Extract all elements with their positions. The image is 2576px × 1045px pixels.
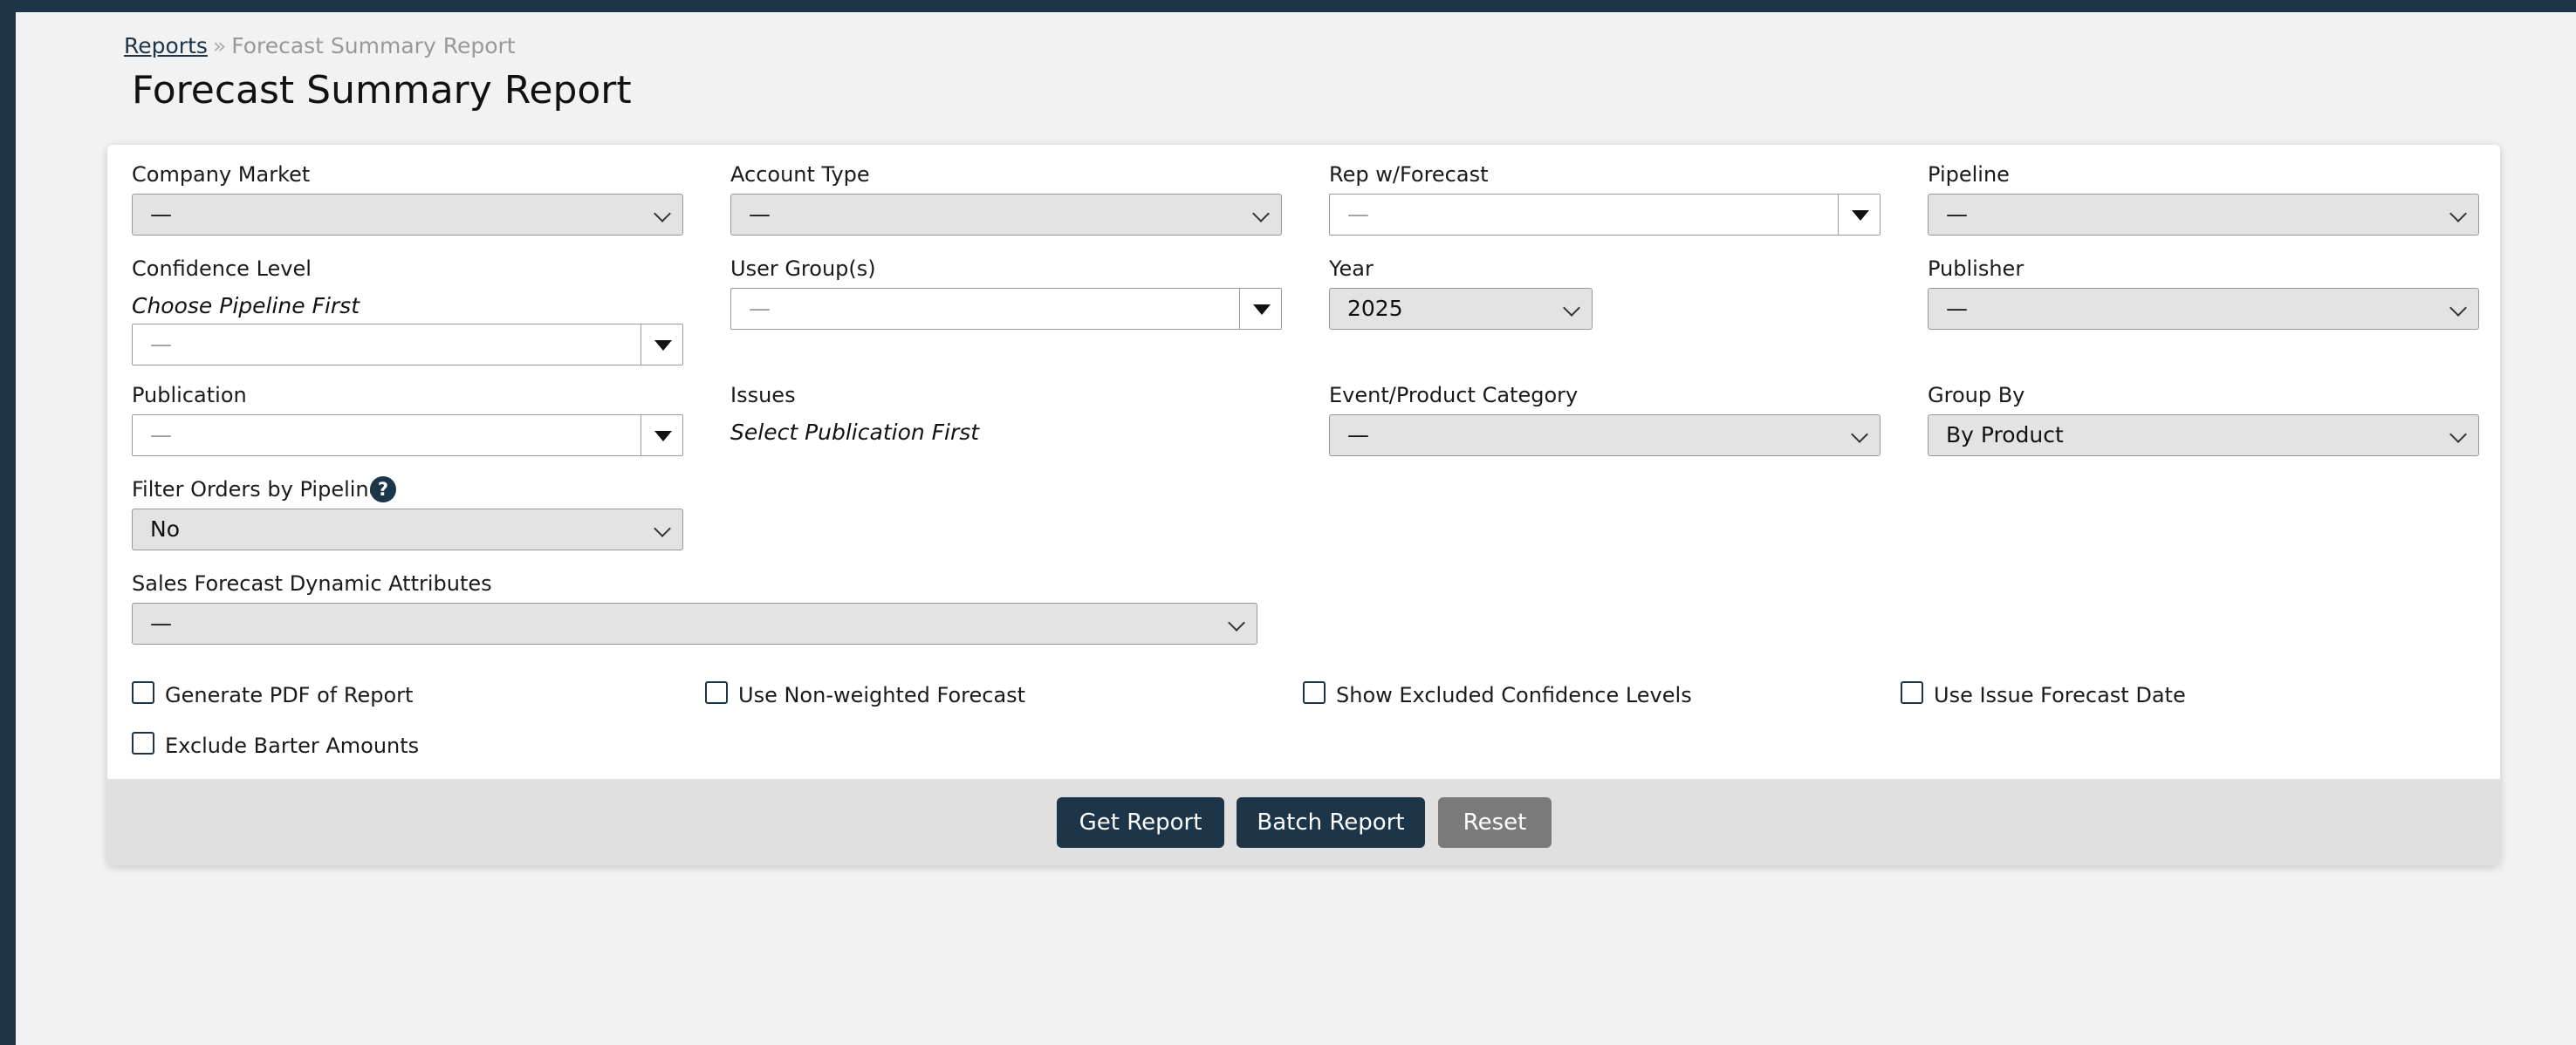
chevron-down-icon	[2449, 205, 2467, 222]
chevron-down-icon	[1563, 299, 1580, 317]
show-excluded-label[interactable]: Show Excluded Confidence Levels	[1336, 683, 1692, 707]
filter-orders-label: Filter Orders by Pipeline	[132, 477, 382, 502]
year-label: Year	[1329, 256, 1374, 281]
publisher-value: —	[1946, 296, 1968, 321]
issues-note: Select Publication First	[730, 420, 980, 445]
caret-down-icon	[654, 340, 672, 351]
user-groups-label: User Group(s)	[730, 256, 876, 281]
filter-orders-select[interactable]: No	[132, 509, 683, 550]
user-groups-combobox[interactable]: —	[730, 288, 1282, 330]
publication-label: Publication	[132, 383, 247, 407]
group-by-select[interactable]: By Product	[1928, 414, 2479, 456]
rep-forecast-dropdown-toggle[interactable]	[1838, 195, 1880, 235]
confidence-level-dropdown-toggle[interactable]	[641, 324, 682, 365]
publication-combobox[interactable]: —	[132, 414, 683, 456]
account-type-label: Account Type	[730, 162, 870, 187]
non-weighted-checkbox[interactable]	[705, 681, 728, 704]
rep-forecast-label: Rep w/Forecast	[1329, 162, 1489, 187]
chevron-down-icon	[2449, 426, 2467, 443]
chevron-down-icon	[1851, 426, 1868, 443]
top-nav-bar	[0, 0, 2576, 12]
company-market-select[interactable]: —	[132, 194, 683, 236]
year-value: 2025	[1347, 296, 1403, 321]
rep-forecast-placeholder: —	[1347, 201, 1369, 227]
caret-down-icon	[654, 431, 672, 441]
generate-pdf-label[interactable]: Generate PDF of Report	[165, 683, 413, 707]
issues-label: Issues	[730, 383, 796, 407]
non-weighted-label[interactable]: Use Non-weighted Forecast	[738, 683, 1025, 707]
event-product-category-label: Event/Product Category	[1329, 383, 1579, 407]
dynamic-attributes-value: —	[150, 611, 172, 636]
show-excluded-checkbox[interactable]	[1303, 681, 1326, 704]
exclude-barter-label[interactable]: Exclude Barter Amounts	[165, 734, 419, 758]
report-form-card: Company Market — Account Type — Rep w/Fo…	[107, 145, 2500, 865]
year-select[interactable]: 2025	[1329, 288, 1593, 330]
account-type-value: —	[749, 201, 771, 227]
publisher-label: Publisher	[1928, 256, 2024, 281]
filter-orders-value: No	[150, 516, 180, 542]
user-groups-dropdown-toggle[interactable]	[1239, 289, 1281, 329]
page-title: Forecast Summary Report	[132, 68, 632, 113]
chevron-down-icon	[1228, 614, 1245, 632]
batch-report-button[interactable]: Batch Report	[1237, 797, 1425, 848]
publication-placeholder: —	[150, 422, 172, 447]
help-icon[interactable]: ?	[370, 476, 396, 502]
breadcrumb-separator: »	[212, 33, 227, 58]
publisher-select[interactable]: —	[1928, 288, 2479, 330]
company-market-value: —	[150, 201, 172, 227]
reset-button[interactable]: Reset	[1438, 797, 1552, 848]
chevron-down-icon	[654, 205, 671, 222]
breadcrumb-reports-link[interactable]: Reports	[124, 33, 208, 58]
pipeline-select[interactable]: —	[1928, 194, 2479, 236]
account-type-select[interactable]: —	[730, 194, 1282, 236]
confidence-level-placeholder: —	[150, 331, 172, 357]
rep-forecast-combobox[interactable]: —	[1329, 194, 1881, 236]
caret-down-icon	[1852, 210, 1869, 221]
dynamic-attributes-select[interactable]: —	[132, 603, 1257, 645]
form-footer: Get Report Batch Report Reset	[107, 779, 2500, 865]
user-groups-placeholder: —	[749, 296, 771, 321]
chevron-down-icon	[654, 520, 671, 537]
caret-down-icon	[1253, 304, 1271, 315]
pipeline-label: Pipeline	[1928, 162, 2010, 187]
dynamic-attributes-label: Sales Forecast Dynamic Attributes	[132, 571, 492, 596]
company-market-label: Company Market	[132, 162, 311, 187]
publication-dropdown-toggle[interactable]	[641, 415, 682, 455]
pipeline-value: —	[1946, 201, 1968, 227]
get-report-button[interactable]: Get Report	[1057, 797, 1224, 848]
issue-forecast-date-label[interactable]: Use Issue Forecast Date	[1934, 683, 2186, 707]
group-by-value: By Product	[1946, 422, 2064, 447]
left-nav-bar	[0, 0, 16, 1045]
chevron-down-icon	[1252, 205, 1270, 222]
event-product-category-select[interactable]: —	[1329, 414, 1881, 456]
chevron-down-icon	[2449, 299, 2467, 317]
group-by-label: Group By	[1928, 383, 2025, 407]
event-product-category-value: —	[1347, 422, 1369, 447]
generate-pdf-checkbox[interactable]	[132, 681, 154, 704]
confidence-level-label: Confidence Level	[132, 256, 312, 281]
confidence-level-combobox[interactable]: —	[132, 324, 683, 365]
issue-forecast-date-checkbox[interactable]	[1901, 681, 1923, 704]
breadcrumb-current: Forecast Summary Report	[231, 33, 516, 58]
breadcrumb: Reports» Forecast Summary Report	[124, 33, 516, 58]
confidence-level-note: Choose Pipeline First	[132, 293, 360, 318]
exclude-barter-checkbox[interactable]	[132, 732, 154, 755]
